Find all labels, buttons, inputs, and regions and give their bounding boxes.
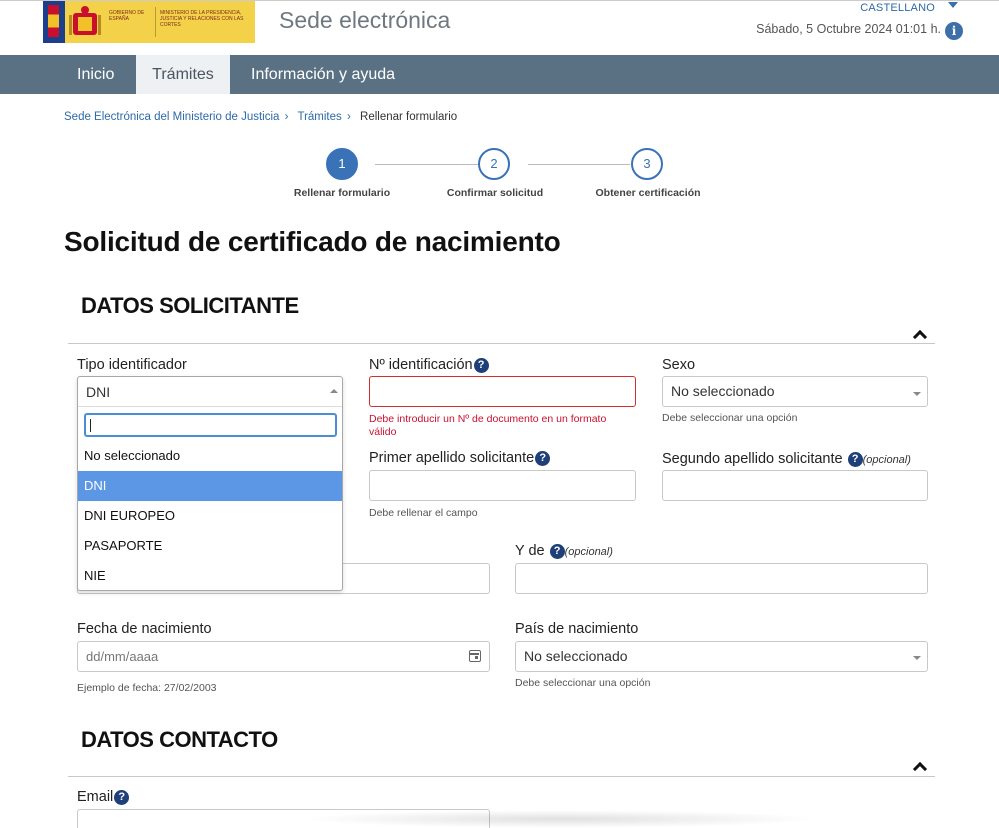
stepper-connector — [375, 164, 478, 165]
tipo-identificador-dropdown[interactable]: DNI No seleccionado DNI DNI EUROPEO PASA… — [77, 376, 343, 591]
caret-down-icon[interactable] — [948, 2, 958, 8]
top-header: GOBIERNO DE ESPAÑA MINISTERIO DE LA PRES… — [0, 0, 999, 55]
pais-nacimiento-select-value: No seleccionado — [524, 648, 628, 664]
logo-divider — [155, 7, 156, 37]
logo-text-ministerio: MINISTERIO DE LA PRESIDENCIA, JUSTICIA Y… — [160, 10, 244, 28]
step-2-label: Confirmar solicitud — [446, 187, 544, 199]
page-title: Solicitud de certificado de nacimiento — [64, 226, 561, 257]
breadcrumb-item-tramites[interactable]: Trámites — [297, 111, 341, 123]
primer-apellido-input[interactable] — [369, 470, 636, 501]
n-identificacion-label: Nº identificación? — [369, 357, 489, 373]
pais-nacimiento-select[interactable]: No seleccionado — [515, 641, 928, 672]
fecha-nacimiento-placeholder: dd/mm/aaaa — [86, 649, 159, 664]
help-icon[interactable]: ? — [473, 358, 489, 373]
stepper-connector — [528, 164, 630, 165]
tipo-identificador-select[interactable]: DNI — [78, 377, 342, 407]
eu-flag-icon — [43, 1, 65, 43]
fecha-nacimiento-label: Fecha de nacimiento — [77, 621, 212, 637]
dropdown-option[interactable]: No seleccionado — [78, 441, 342, 471]
info-icon[interactable]: i — [945, 22, 963, 40]
bottom-shadow — [300, 810, 820, 828]
email-label-text: Email — [77, 789, 114, 805]
primer-apellido-hint: Debe rellenar el campo — [369, 507, 478, 519]
step-1-indicator: 1 — [326, 148, 358, 180]
text-cursor — [90, 419, 91, 432]
caret-down-icon[interactable] — [913, 656, 921, 660]
n-identificacion-error: Debe introducir un Nº de documento en un… — [369, 413, 607, 438]
nav-item-informacion-ayuda[interactable]: Información y ayuda — [238, 55, 408, 94]
fecha-nacimiento-hint: Ejemplo de fecha: 27/02/2003 — [77, 682, 217, 694]
section-title-datos-contacto: DATOS CONTACTO — [81, 727, 278, 752]
help-icon[interactable]: ? — [535, 451, 551, 466]
logo-text-gobierno: GOBIERNO DE ESPAÑA — [109, 10, 145, 22]
section-title-datos-solicitante: DATOS SOLICITANTE — [81, 293, 299, 318]
collapse-chevron-up-icon[interactable] — [912, 761, 928, 777]
fecha-nacimiento-input[interactable]: dd/mm/aaaa — [77, 641, 490, 672]
sexo-select[interactable]: No seleccionado — [662, 376, 928, 407]
n-identificacion-input[interactable] — [369, 376, 636, 407]
sexo-label: Sexo — [662, 357, 696, 373]
nav-item-inicio[interactable]: Inicio — [64, 55, 127, 94]
government-logo[interactable]: GOBIERNO DE ESPAÑA MINISTERIO DE LA PRES… — [43, 1, 255, 43]
breadcrumb-item-current: Rellenar formulario — [360, 111, 458, 123]
section-divider — [68, 343, 935, 344]
pais-nacimiento-hint: Debe seleccionar una opción — [515, 677, 651, 689]
breadcrumb-separator: › — [284, 111, 289, 123]
breadcrumb-item-sede[interactable]: Sede Electrónica del Ministerio de Justi… — [64, 111, 279, 123]
optional-tag: (opcional) — [862, 454, 911, 466]
breadcrumb-separator: › — [346, 111, 351, 123]
segundo-apellido-label-text: Segundo apellido solicitante — [662, 451, 843, 467]
n-identificacion-label-text: Nº identificación — [369, 357, 473, 373]
dropdown-search-input[interactable] — [84, 413, 337, 437]
breadcrumb: Sede Electrónica del Ministerio de Justi… — [64, 111, 457, 123]
step-1-label: Rellenar formulario — [293, 187, 391, 199]
main-navbar: Inicio Trámites Información y ayuda — [0, 55, 999, 94]
step-3-label: Obtener certificación — [595, 187, 701, 199]
y-de-label: Y de ? (opcional) — [515, 543, 613, 559]
site-title[interactable]: Sede electrónica — [279, 7, 450, 34]
current-datetime: Sábado, 5 Octubre 2024 01:01 h. — [756, 22, 941, 36]
sexo-select-value: No seleccionado — [671, 383, 775, 399]
section-divider — [68, 776, 935, 777]
caret-up-icon[interactable] — [330, 389, 338, 393]
sexo-hint: Debe seleccionar una opción — [662, 412, 798, 424]
help-icon[interactable]: ? — [549, 544, 565, 559]
step-2-indicator: 2 — [478, 148, 510, 180]
collapse-chevron-up-icon[interactable] — [912, 329, 928, 345]
language-selector[interactable]: CASTELLANO — [860, 2, 935, 14]
step-3-indicator: 3 — [631, 148, 663, 180]
help-icon[interactable]: ? — [114, 790, 130, 805]
tipo-identificador-label: Tipo identificador — [77, 357, 187, 373]
dropdown-option[interactable]: PASAPORTE — [78, 531, 342, 561]
tipo-identificador-select-value: DNI — [86, 384, 111, 400]
email-label: Email? — [77, 789, 130, 805]
caret-down-icon[interactable] — [913, 392, 921, 396]
segundo-apellido-input[interactable] — [662, 470, 928, 501]
coat-of-arms-icon — [69, 6, 101, 35]
segundo-apellido-label: Segundo apellido solicitante ? (opcional) — [662, 451, 911, 467]
dropdown-option-selected[interactable]: DNI — [78, 471, 342, 501]
primer-apellido-label-text: Primer apellido solicitante — [369, 450, 535, 466]
optional-tag: (opcional) — [564, 546, 613, 558]
y-de-input[interactable] — [515, 563, 928, 594]
dropdown-option[interactable]: NIE — [78, 561, 342, 591]
help-icon[interactable]: ? — [847, 452, 863, 467]
primer-apellido-label: Primer apellido solicitante? — [369, 450, 551, 466]
nav-item-tramites[interactable]: Trámites — [136, 55, 230, 94]
dropdown-option[interactable]: DNI EUROPEO — [78, 501, 342, 531]
calendar-icon[interactable] — [469, 650, 481, 662]
y-de-label-text: Y de — [515, 543, 545, 559]
pais-nacimiento-label: País de nacimiento — [515, 621, 639, 637]
